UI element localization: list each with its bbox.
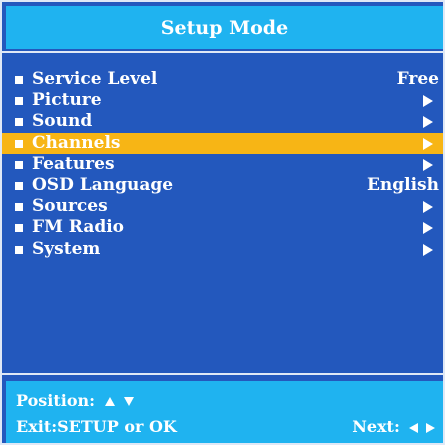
menu-item-label: Channels: [32, 132, 121, 153]
setup-menu-list: Service Level Free Picture Sound Channel…: [2, 69, 443, 260]
bullet-icon: [15, 76, 23, 84]
menu-item-label: Picture: [32, 90, 102, 111]
next-label: Next:: [352, 417, 400, 436]
bullet-icon: [15, 160, 23, 169]
menu-item-label: FM Radio: [32, 217, 125, 238]
title-bar: Setup Mode: [6, 6, 443, 49]
arrow-right-icon: [423, 201, 433, 214]
menu-item-features[interactable]: Features: [2, 154, 443, 175]
menu-item-system[interactable]: System: [2, 239, 443, 260]
exit-hint: Exit:SETUP or OK: [16, 417, 177, 436]
right-arrow-icon: [426, 422, 435, 433]
arrow-right-icon: [423, 243, 433, 256]
down-arrow-icon: [124, 397, 135, 406]
bullet-icon: [15, 118, 23, 127]
bullet-icon: [15, 245, 23, 254]
exit-label: Exit:SETUP or OK: [16, 417, 177, 436]
up-arrow-icon: [104, 397, 115, 406]
menu-item-sources[interactable]: Sources: [2, 196, 443, 217]
menu-item-value: English: [366, 174, 439, 195]
menu-item-service-level[interactable]: Service Level Free: [2, 69, 443, 90]
bullet-icon: [15, 139, 23, 148]
arrow-right-icon: [423, 158, 433, 171]
menu-item-osd-language[interactable]: OSD Language English: [2, 175, 443, 196]
menu-item-picture[interactable]: Picture: [2, 90, 443, 111]
menu-item-fm-radio[interactable]: FM Radio: [2, 217, 443, 238]
menu-item-label: System: [32, 238, 101, 259]
menu-item-label: Features: [32, 153, 115, 174]
bullet-icon: [15, 97, 23, 106]
next-hint: Next:: [352, 417, 435, 436]
left-arrow-icon: [409, 422, 419, 433]
menu-item-label: Service Level: [32, 69, 158, 89]
divider: [2, 373, 443, 375]
menu-item-channels[interactable]: Channels: [2, 132, 443, 154]
menu-item-sound[interactable]: Sound: [2, 111, 443, 132]
position-hint: Position:: [16, 391, 135, 410]
footer-help-bar: Position: Exit:SETUP or OK Next:: [6, 381, 443, 443]
bullet-icon: [15, 224, 23, 233]
menu-item-label: Sources: [32, 196, 108, 217]
arrow-right-icon: [423, 137, 433, 150]
bullet-icon: [15, 203, 23, 212]
arrow-right-icon: [423, 95, 433, 108]
position-label: Position:: [16, 391, 96, 410]
arrow-right-icon: [423, 222, 433, 235]
menu-item-value: Free: [396, 69, 439, 89]
menu-item-label: Sound: [32, 111, 93, 132]
menu-item-label: OSD Language: [32, 174, 174, 195]
arrow-right-icon: [423, 116, 433, 129]
page-title: Setup Mode: [160, 16, 289, 39]
setup-menu-window: Setup Mode Service Level Free Picture So…: [0, 0, 445, 445]
divider: [2, 51, 443, 53]
bullet-icon: [15, 181, 23, 190]
